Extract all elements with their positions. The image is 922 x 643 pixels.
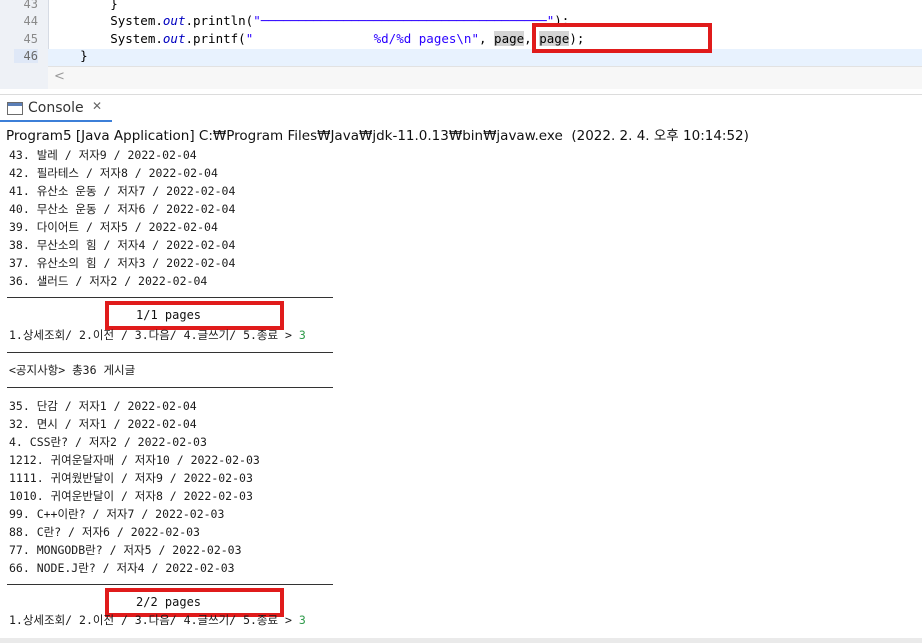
code-text: .printf( [185,31,246,46]
console-row: 88. C란? / 저자6 / 2022-02-03 [9,525,200,539]
code-text: System. [50,31,163,46]
separator-line [7,297,333,298]
code-variable: page [494,31,525,46]
code-line-43[interactable]: } [50,0,118,11]
console-row: 43. 발레 / 저자9 / 2022-02-04 [9,148,197,162]
code-editor[interactable]: 43 44 45 46 } System.out.println("──────… [0,0,922,89]
menu-input: 3 [298,613,306,627]
line-number-current: 46 [14,49,38,63]
current-line-highlight [48,49,922,66]
console-row: 4. CSS란? / 저자2 / 2022-02-03 [9,435,207,449]
console-row: 66. NODE.J란? / 저자4 / 2022-02-03 [9,561,235,575]
line-number-gutter: 43 44 45 46 [0,0,49,89]
launch-info: Program5 [Java Application] C:₩Program F… [6,128,749,144]
highlight-box-printf-args [532,23,712,53]
code-string: "──────────────────────────────────────" [253,13,555,28]
console-row: 32. 면시 / 저자1 / 2022-02-04 [9,417,197,431]
notice-header: <공지사항> 총36 게시글 [9,363,136,377]
separator-line [7,584,333,585]
console-row: 1212. 귀여운달자매 / 저자10 / 2022-02-03 [9,453,260,467]
console-row: 77. MONGODB란? / 저자5 / 2022-02-03 [9,543,242,557]
console-row: 99. C++이란? / 저자7 / 2022-02-03 [9,507,225,521]
separator-line [7,387,333,388]
code-line-45[interactable]: System.out.printf(" %d/%d pages\n", page… [50,31,584,46]
scroll-left-arrow-icon[interactable]: < [54,69,65,84]
code-field: out [162,31,186,46]
console-row: 1111. 귀여웠반달이 / 저자9 / 2022-02-03 [9,471,253,485]
console-row: 35. 단감 / 저자1 / 2022-02-04 [9,399,197,413]
menu-prompt: 1.상세조회/ 2.이전 / 3.다음/ 4.글쓰기/ 5.종료 > [9,328,299,342]
menu-input: 3 [298,328,306,342]
console-row: 36. 샐러드 / 저자2 / 2022-02-04 [9,274,208,288]
console-tab-bar: Console ✕ [0,94,922,123]
console-icon [7,102,23,115]
code-line-44[interactable]: System.out.println("────────────────────… [50,13,569,28]
console-row: 1010. 귀여운반달이 / 저자8 / 2022-02-03 [9,489,253,503]
separator-line [7,352,333,353]
line-number: 43 [23,0,38,11]
console-row: 39. 다이어트 / 저자5 / 2022-02-04 [9,220,218,234]
code-string: " %d/%d pages\n" [245,31,479,46]
line-number: 45 [23,32,38,46]
panel-bottom-edge [0,638,922,643]
line-number: 44 [23,14,38,28]
console-row: 42. 필라테스 / 저자8 / 2022-02-04 [9,166,218,180]
console-tab-label: Console [28,100,84,116]
code-field: out [162,13,186,28]
console-row: 41. 유산소 운동 / 저자7 / 2022-02-04 [9,184,236,198]
code-line-46[interactable]: } [50,48,88,63]
console-row: 37. 유산소의 힘 / 저자3 / 2022-02-04 [9,256,236,270]
menu-prompt-line: 1.상세조회/ 2.이전 / 3.다음/ 4.글쓰기/ 5.종료 > 3 [9,612,306,628]
highlight-box-page-1 [105,301,284,330]
horizontal-scrollbar[interactable]: < [48,66,922,89]
active-tab-indicator [0,120,112,122]
code-text: System. [50,13,163,28]
code-text: , [478,31,495,46]
menu-prompt-line: 1.상세조회/ 2.이전 / 3.다음/ 4.글쓰기/ 5.종료 > 3 [9,327,306,343]
console-row: 38. 무산소의 힘 / 저자4 / 2022-02-04 [9,238,236,252]
code-text: .println( [185,13,254,28]
close-icon[interactable]: ✕ [92,99,102,113]
console-row: 40. 무산소 운동 / 저자6 / 2022-02-04 [9,202,236,216]
menu-prompt: 1.상세조회/ 2.이전 / 3.다음/ 4.글쓰기/ 5.종료 > [9,613,299,627]
